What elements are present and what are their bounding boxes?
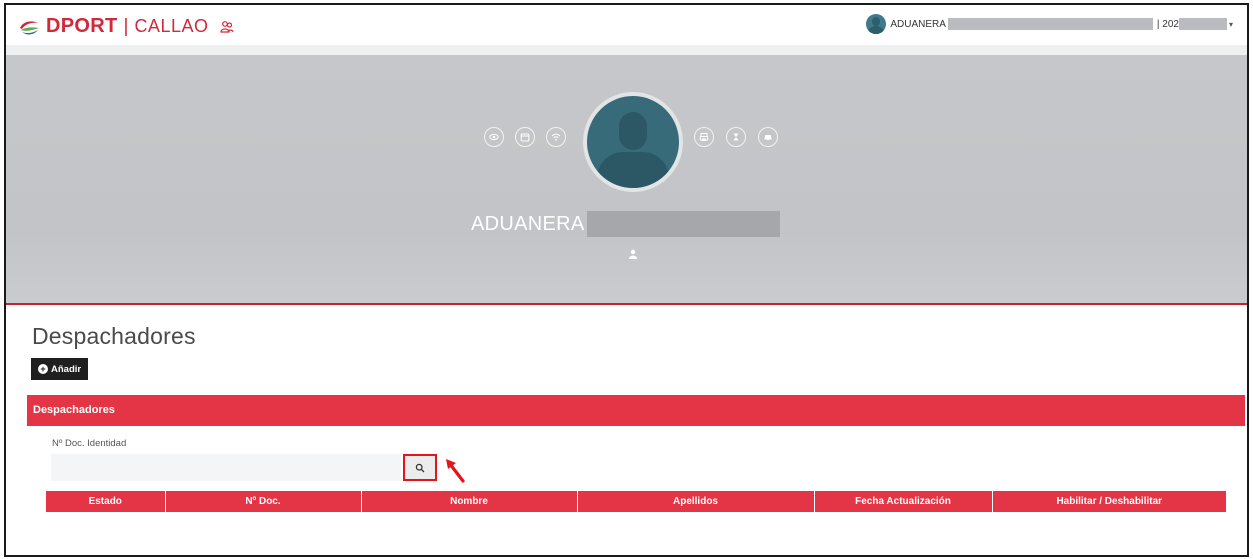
user-icon xyxy=(628,249,638,259)
panel-header: Despachadores xyxy=(27,395,1245,426)
hourglass-icon[interactable] xyxy=(726,127,746,147)
column-header-doc[interactable]: Nº Doc. xyxy=(165,491,362,512)
profile-hero: ADUANERA xyxy=(6,55,1247,305)
redacted-user-info-2 xyxy=(1178,18,1227,30)
search-icon xyxy=(415,463,425,472)
top-navbar: DPORT | CALLAO ADUANERA | 202 ▾ xyxy=(6,5,1247,45)
panel-title: Despachadores xyxy=(33,404,115,416)
user-name: ADUANERA xyxy=(890,18,946,30)
users-icon[interactable] xyxy=(220,20,235,34)
navbar-divider-strip xyxy=(6,45,1247,55)
column-header-fecha[interactable]: Fecha Actualización xyxy=(814,491,993,512)
doc-id-label: Nº Doc. Identidad xyxy=(52,438,127,449)
eye-icon[interactable] xyxy=(484,127,504,147)
profile-avatar[interactable] xyxy=(583,92,683,192)
column-header-apellidos[interactable]: Apellidos xyxy=(577,491,815,512)
wifi-icon[interactable] xyxy=(546,127,566,147)
add-button-label: Añadir xyxy=(51,363,82,375)
user-menu[interactable]: ADUANERA | 202 ▾ xyxy=(866,14,1233,34)
car-icon[interactable] xyxy=(758,127,778,147)
profile-name: ADUANERA xyxy=(471,211,780,237)
app-window: DPORT | CALLAO ADUANERA | 202 ▾ ADUANERA… xyxy=(4,3,1249,557)
plus-circle-icon: + xyxy=(38,364,48,374)
doc-id-input[interactable] xyxy=(51,454,401,481)
profile-name-text: ADUANERA xyxy=(471,212,585,235)
user-avatar xyxy=(866,14,887,34)
brand-separator: | xyxy=(123,15,129,37)
printer-icon[interactable] xyxy=(694,127,714,147)
redacted-user-info xyxy=(947,18,1153,30)
avatar-body xyxy=(597,152,669,188)
calendar-icon[interactable] xyxy=(515,127,535,147)
user-year: | 202 xyxy=(1156,18,1179,30)
annotation-arrow-icon xyxy=(446,459,465,483)
add-button[interactable]: + Añadir xyxy=(31,358,89,380)
column-header-nombre[interactable]: Nombre xyxy=(361,491,578,512)
redacted-profile-name xyxy=(586,211,780,237)
column-header-estado[interactable]: Estado xyxy=(46,491,166,512)
despachadores-table: Estado Nº Doc. Nombre Apellidos Fecha Ac… xyxy=(46,491,1226,512)
search-button[interactable] xyxy=(403,454,437,481)
column-header-habilitar[interactable]: Habilitar / Deshabilitar xyxy=(992,491,1226,512)
chevron-down-icon: ▾ xyxy=(1228,19,1233,29)
brand-name: DPORT xyxy=(46,15,118,37)
brand-city: CALLAO xyxy=(134,16,209,36)
brand-logo[interactable]: DPORT | CALLAO xyxy=(18,15,235,38)
table-header-row: Estado Nº Doc. Nombre Apellidos Fecha Ac… xyxy=(46,491,1226,512)
dport-swoosh-icon xyxy=(20,20,39,34)
page-title: Despachadores xyxy=(32,323,196,349)
avatar-head xyxy=(619,112,647,150)
